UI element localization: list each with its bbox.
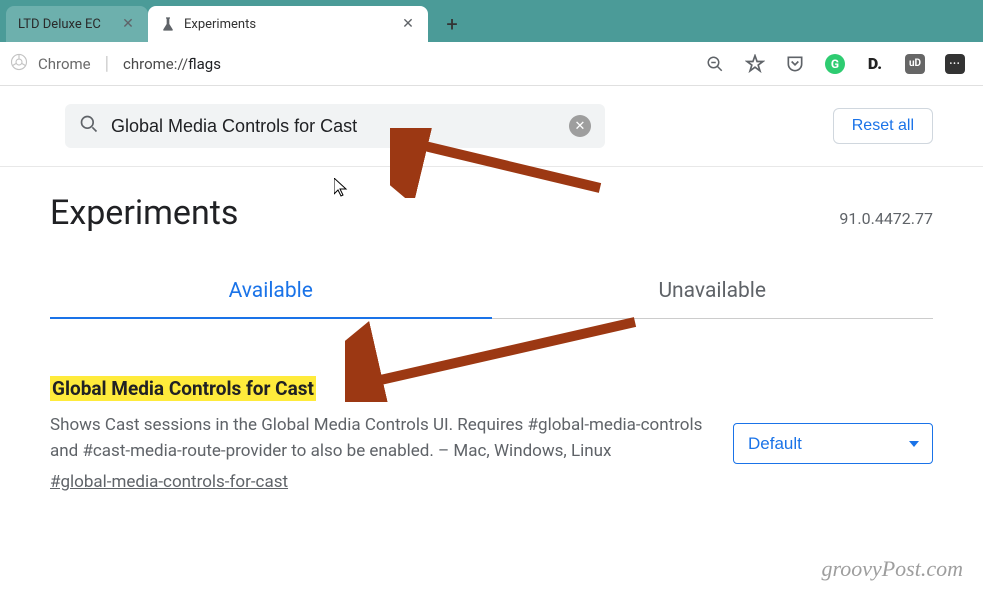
reset-all-button[interactable]: Reset all — [833, 108, 933, 144]
search-input[interactable] — [111, 116, 557, 137]
browser-tab-active[interactable]: Experiments ✕ — [148, 6, 428, 42]
version-label: 91.0.4472.77 — [839, 209, 933, 228]
tab-title: LTD Deluxe EC — [18, 17, 120, 32]
extension-ublock-icon[interactable]: uD — [903, 52, 927, 76]
extension-d-icon[interactable]: D. — [863, 52, 887, 76]
new-tab-button[interactable]: + — [438, 10, 466, 38]
flag-item: Global Media Controls for Cast Shows Cas… — [50, 375, 933, 492]
flag-description: Shows Cast sessions in the Global Media … — [50, 412, 713, 465]
watermark: groovyPost.com — [821, 556, 963, 582]
close-icon[interactable]: ✕ — [120, 16, 136, 32]
search-icon — [79, 114, 99, 138]
browser-toolbar: Chrome | chrome://flags G D. uD ••• — [0, 42, 983, 86]
search-box: ✕ — [65, 104, 605, 148]
flags-search-section: ✕ Reset all — [0, 86, 983, 167]
url-text[interactable]: chrome://flags — [123, 55, 221, 73]
page-title: Experiments — [50, 193, 238, 233]
chrome-icon — [10, 53, 28, 75]
flag-title: Global Media Controls for Cast — [50, 376, 316, 401]
flag-state-select[interactable]: Default — [733, 423, 933, 464]
flags-tabs: Available Unavailable — [50, 265, 933, 319]
browser-tab-inactive[interactable]: LTD Deluxe EC ✕ — [6, 6, 148, 42]
url-scheme-label: Chrome — [38, 55, 91, 73]
pocket-icon[interactable] — [783, 52, 807, 76]
extension-menu-icon[interactable]: ••• — [943, 52, 967, 76]
tab-unavailable[interactable]: Unavailable — [492, 265, 934, 319]
flask-icon — [160, 16, 176, 32]
flags-page: Experiments 91.0.4472.77 Available Unava… — [0, 167, 983, 508]
clear-search-icon[interactable]: ✕ — [569, 115, 591, 137]
extension-grammarly-icon[interactable]: G — [823, 52, 847, 76]
tab-available[interactable]: Available — [50, 265, 492, 319]
flag-id-link[interactable]: #global-media-controls-for-cast — [50, 472, 288, 492]
zoom-icon[interactable] — [703, 52, 727, 76]
browser-tab-strip: LTD Deluxe EC ✕ Experiments ✕ + — [0, 0, 983, 42]
bookmark-star-icon[interactable] — [743, 52, 767, 76]
url-separator: | — [105, 53, 109, 74]
close-icon[interactable]: ✕ — [400, 16, 416, 32]
tab-title: Experiments — [184, 17, 392, 32]
